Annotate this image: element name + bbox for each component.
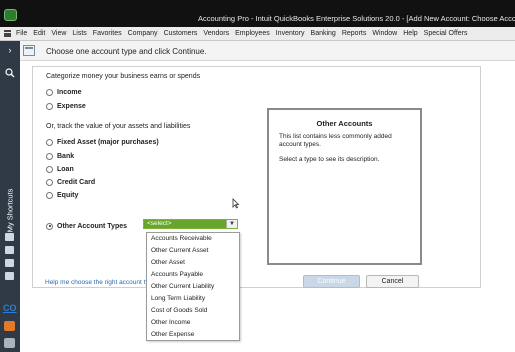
account-description-box: Other Accounts This list contains less c… <box>267 108 422 265</box>
shortcut-icon-1[interactable] <box>5 233 14 241</box>
app-orange-icon[interactable] <box>4 321 15 331</box>
menu-bar: File Edit View Lists Favorites Company C… <box>0 27 515 41</box>
radio-other-account-types[interactable]: Other Account Types <box>46 221 127 231</box>
radio-label-equity: Equity <box>57 191 79 199</box>
menu-employees[interactable]: Employees <box>235 30 270 37</box>
add-new-account-dialog: Choose one account type and click Contin… <box>20 41 515 352</box>
dropdown-item-other-asset[interactable]: Other Asset <box>147 257 239 269</box>
mouse-cursor-icon <box>232 198 240 209</box>
hamburger-menu-icon[interactable] <box>4 30 11 37</box>
radio-button[interactable] <box>46 178 53 186</box>
radio-income[interactable]: Income <box>46 87 82 97</box>
radio-loan[interactable]: Loan <box>46 164 74 174</box>
radio-label-loan: Loan <box>57 165 74 173</box>
radio-bank[interactable]: Bank <box>46 151 74 161</box>
menu-help[interactable]: Help <box>403 30 417 37</box>
menu-list: File Edit View Lists Favorites Company C… <box>16 30 468 37</box>
dropdown-item-other-expense[interactable]: Other Expense <box>147 329 239 341</box>
menu-inventory[interactable]: Inventory <box>276 30 305 37</box>
track-label: Or, track the value of your assets and l… <box>46 123 191 130</box>
radio-button[interactable] <box>46 138 53 146</box>
radio-label-fixed-asset: Fixed Asset (major purchases) <box>57 138 159 146</box>
my-shortcuts-label: My Shortcuts <box>5 188 15 233</box>
radio-fixed-asset[interactable]: Fixed Asset (major purchases) <box>46 137 159 147</box>
dropdown-item-other-current-liability[interactable]: Other Current Liability <box>147 281 239 293</box>
shortcut-icon-2[interactable] <box>5 246 14 254</box>
other-account-types-select[interactable]: <select> ▼ <box>143 219 238 229</box>
dropdown-item-other-current-asset[interactable]: Other Current Asset <box>147 245 239 257</box>
radio-button-selected[interactable] <box>46 222 53 230</box>
info-hint: Select a type to see its description. <box>279 156 380 163</box>
radio-button[interactable] <box>46 191 53 199</box>
menu-customers[interactable]: Customers <box>164 30 198 37</box>
title-bar: Accounting Pro - Intuit QuickBooks Enter… <box>0 0 515 27</box>
quickbooks-logo-icon <box>4 9 17 21</box>
dialog-header: Choose one account type and click Contin… <box>20 41 515 61</box>
dropdown-item-other-income[interactable]: Other Income <box>147 317 239 329</box>
menu-company[interactable]: Company <box>128 30 158 37</box>
company-badge[interactable]: CO <box>3 303 17 313</box>
shortcut-icon-4[interactable] <box>5 272 14 280</box>
expand-sidebar-icon[interactable]: › <box>3 44 17 56</box>
menu-reports[interactable]: Reports <box>342 30 367 37</box>
radio-label-expense: Expense <box>57 102 86 110</box>
menu-special-offers[interactable]: Special Offers <box>424 30 468 37</box>
radio-label-credit-card: Credit Card <box>57 178 96 186</box>
radio-button[interactable] <box>46 165 53 173</box>
dropdown-item-cost-of-goods-sold[interactable]: Cost of Goods Sold <box>147 305 239 317</box>
menu-vendors[interactable]: Vendors <box>203 30 229 37</box>
account-type-panel: Categorize money your business earns or … <box>32 66 481 288</box>
dropdown-item-accounts-receivable[interactable]: Accounts Receivable <box>147 233 239 245</box>
window-title: Accounting Pro - Intuit QuickBooks Enter… <box>198 14 515 23</box>
account-type-dropdown-list: Accounts Receivable Other Current Asset … <box>146 232 240 341</box>
dropdown-item-accounts-payable[interactable]: Accounts Payable <box>147 269 239 281</box>
my-shortcuts-tab[interactable]: My Shortcuts <box>1 186 19 238</box>
radio-credit-card[interactable]: Credit Card <box>46 177 95 187</box>
radio-label-bank: Bank <box>57 152 75 160</box>
radio-expense[interactable]: Expense <box>46 101 86 111</box>
radio-label-income: Income <box>57 88 82 96</box>
info-description: This list contains less commonly added a… <box>279 133 392 148</box>
info-title: Other Accounts <box>316 119 373 128</box>
dialog-instruction: Choose one account type and click Contin… <box>46 47 207 56</box>
chevron-down-icon[interactable]: ▼ <box>226 220 237 228</box>
app-gray-icon[interactable] <box>4 338 15 348</box>
shortcut-icon-3[interactable] <box>5 259 14 267</box>
select-value: <select> <box>144 220 226 228</box>
menu-favorites[interactable]: Favorites <box>93 30 122 37</box>
search-icon[interactable] <box>5 68 15 78</box>
menu-edit[interactable]: Edit <box>33 30 45 37</box>
dropdown-item-long-term-liability[interactable]: Long Term Liability <box>147 293 239 305</box>
menu-lists[interactable]: Lists <box>72 30 86 37</box>
radio-button[interactable] <box>46 102 53 110</box>
left-sidebar: › My Shortcuts CO <box>0 41 20 352</box>
menu-window[interactable]: Window <box>372 30 397 37</box>
menu-banking[interactable]: Banking <box>311 30 336 37</box>
radio-button[interactable] <box>46 152 53 160</box>
help-choose-account-link[interactable]: Help me choose the right account typ <box>45 279 152 286</box>
continue-button[interactable]: Continue <box>303 275 360 288</box>
radio-button[interactable] <box>46 88 53 96</box>
cancel-button[interactable]: Cancel <box>366 275 419 288</box>
radio-label-other-account-types: Other Account Types <box>57 222 128 230</box>
window-icon <box>23 45 35 56</box>
menu-file[interactable]: File <box>16 30 27 37</box>
categorize-label: Categorize money your business earns or … <box>46 73 201 80</box>
radio-equity[interactable]: Equity <box>46 190 78 200</box>
menu-view[interactable]: View <box>51 30 66 37</box>
